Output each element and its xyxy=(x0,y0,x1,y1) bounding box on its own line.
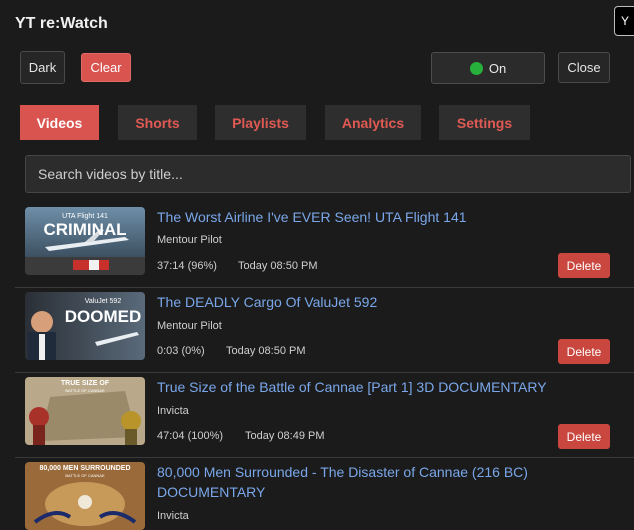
row-divider xyxy=(15,457,634,458)
corner-tab[interactable]: Y xyxy=(614,6,634,36)
video-channel: Invicta xyxy=(157,405,189,417)
video-title-link[interactable]: True Size of the Battle of Cannae [Part … xyxy=(157,377,557,397)
search-input[interactable] xyxy=(25,155,631,193)
app-title: YT re:Watch xyxy=(15,15,108,32)
thumb-caption: 80,000 MEN SURROUNDED xyxy=(39,465,130,472)
row-divider xyxy=(15,287,634,288)
video-progress: 0:03 (0%) xyxy=(157,345,205,357)
close-button[interactable]: Close xyxy=(558,52,610,83)
tab-playlists[interactable]: Playlists xyxy=(215,105,306,140)
dark-mode-button[interactable]: Dark xyxy=(20,51,65,84)
video-channel: Invicta xyxy=(157,510,189,522)
video-watched-time: Today 08:49 PM xyxy=(245,430,325,442)
delete-button[interactable]: Delete xyxy=(558,339,610,364)
tab-shorts[interactable]: Shorts xyxy=(118,105,197,140)
video-thumbnail[interactable]: TRUE SIZE OF BATTLE OF CANNAE xyxy=(25,377,145,445)
video-watched-time: Today 08:50 PM xyxy=(238,260,318,272)
tab-analytics[interactable]: Analytics xyxy=(325,105,421,140)
status-dot-icon xyxy=(469,61,483,75)
video-watched-time: Today 08:50 PM xyxy=(226,345,306,357)
video-title-link[interactable]: The Worst Airline I've EVER Seen! UTA Fl… xyxy=(157,207,557,227)
thumb-caption: TRUE SIZE OF xyxy=(61,380,110,387)
thumb-caption: UTA Flight 141 xyxy=(62,213,108,220)
video-channel: Mentour Pilot xyxy=(157,234,222,246)
thumb-headline: BATTLE OF CANNAE xyxy=(65,388,105,393)
thumb-headline: BATTLE OF CANNAE xyxy=(65,473,105,478)
thumb-headline: CRIMINAL xyxy=(43,220,126,239)
rewatch-panel: YT re:Watch Y Dark Clear On Close Videos… xyxy=(0,0,634,530)
clear-button[interactable]: Clear xyxy=(81,53,131,82)
video-thumbnail[interactable]: UTA Flight 141 CRIMINAL xyxy=(25,207,145,275)
video-progress: 47:04 (100%) xyxy=(157,430,224,442)
delete-button[interactable]: Delete xyxy=(558,253,610,278)
thumb-headline: DOOMED xyxy=(65,307,142,326)
tab-settings[interactable]: Settings xyxy=(439,105,530,140)
toggle-label: On xyxy=(488,60,507,76)
thumb-caption: ValuJet 592 xyxy=(85,298,122,305)
video-channel: Mentour Pilot xyxy=(157,320,222,332)
video-thumbnail[interactable]: 80,000 MEN SURROUNDED BATTLE OF CANNAE xyxy=(25,462,145,530)
video-progress: 37:14 (96%) xyxy=(157,260,217,272)
toggle-on-button[interactable]: On xyxy=(431,52,545,84)
delete-button[interactable]: Delete xyxy=(558,424,610,449)
video-title-link[interactable]: The DEADLY Cargo Of ValuJet 592 xyxy=(157,292,557,312)
video-title-link[interactable]: 80,000 Men Surrounded - The Disaster of … xyxy=(157,462,557,502)
row-divider xyxy=(15,372,634,373)
video-thumbnail[interactable]: ValuJet 592 DOOMED xyxy=(25,292,145,360)
tab-videos[interactable]: Videos xyxy=(20,105,99,140)
